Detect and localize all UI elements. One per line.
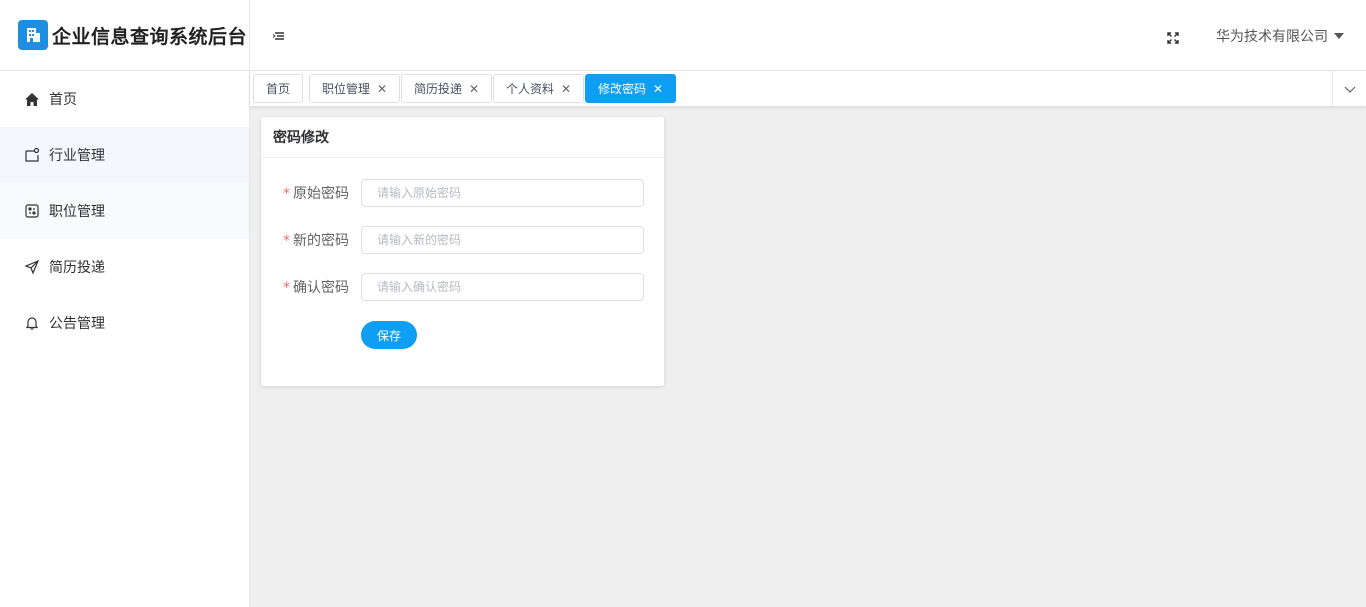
app-title: 企业信息查询系统后台 bbox=[52, 25, 248, 48]
tab-position[interactable]: 职位管理 ✕ bbox=[309, 74, 401, 103]
tabs-bar: 首页 职位管理 ✕ 简历投递 ✕ 个人资料 ✕ 修改密码 ✕ bbox=[250, 71, 1366, 106]
sidebar-item-label: 公告管理 bbox=[49, 316, 105, 332]
user-name: 华为技术有限公司 bbox=[1216, 29, 1328, 45]
home-icon bbox=[24, 91, 40, 107]
original-password-input[interactable] bbox=[361, 179, 644, 207]
required-mark: * bbox=[283, 186, 290, 202]
tab-label: 简历投递 bbox=[414, 82, 463, 96]
sidebar-item-home[interactable]: 首页 bbox=[0, 71, 249, 127]
user-dropdown[interactable]: 华为技术有限公司 bbox=[1216, 26, 1344, 46]
new-password-input[interactable] bbox=[361, 226, 644, 254]
tab-home[interactable]: 首页 bbox=[253, 74, 304, 103]
field-label: * 原始密码 bbox=[283, 186, 349, 202]
sidebar-item-position[interactable]: 职位管理 bbox=[0, 183, 249, 239]
required-mark: * bbox=[283, 233, 290, 249]
building-icon bbox=[18, 20, 48, 50]
bell-icon bbox=[24, 315, 40, 331]
top-header: 华为技术有限公司 bbox=[250, 0, 1366, 71]
close-icon[interactable]: ✕ bbox=[653, 82, 663, 96]
tab-change-password[interactable]: 修改密码 ✕ bbox=[585, 74, 677, 103]
password-card: 密码修改 * 原始密码 * 新的密码 * 确认密码 保存 bbox=[261, 117, 664, 386]
form-row-new-password: * 新的密码 bbox=[261, 226, 664, 254]
close-icon[interactable]: ✕ bbox=[377, 82, 387, 96]
tab-label: 修改密码 bbox=[598, 82, 647, 96]
sidebar-item-label: 简历投递 bbox=[49, 260, 105, 276]
form-row-confirm-password: * 确认密码 bbox=[261, 273, 664, 301]
sidebar-item-label: 职位管理 bbox=[49, 204, 105, 220]
sidebar-item-label: 行业管理 bbox=[49, 148, 105, 164]
field-label: * 确认密码 bbox=[283, 280, 349, 296]
form-row-original-password: * 原始密码 bbox=[261, 179, 664, 207]
sidebar-item-resume[interactable]: 简历投递 bbox=[0, 239, 249, 295]
menu-collapse-icon[interactable] bbox=[272, 28, 286, 42]
tab-label: 首页 bbox=[266, 82, 291, 96]
save-button[interactable]: 保存 bbox=[361, 321, 417, 349]
sidebar-item-notice[interactable]: 公告管理 bbox=[0, 295, 249, 351]
card-title: 密码修改 bbox=[261, 117, 664, 158]
fullscreen-icon[interactable] bbox=[1167, 29, 1181, 44]
confirm-password-input[interactable] bbox=[361, 273, 644, 301]
industry-icon bbox=[24, 147, 40, 163]
close-icon[interactable]: ✕ bbox=[561, 82, 571, 96]
close-icon[interactable]: ✕ bbox=[469, 82, 479, 96]
tab-label: 职位管理 bbox=[322, 82, 371, 96]
send-icon bbox=[24, 259, 40, 275]
logo-area: 企业信息查询系统后台 bbox=[0, 0, 249, 71]
sidebar-item-label: 首页 bbox=[49, 92, 77, 108]
field-label: * 新的密码 bbox=[283, 233, 349, 249]
tabs-dropdown-button[interactable] bbox=[1332, 71, 1366, 106]
chevron-down-icon bbox=[1344, 79, 1356, 98]
caret-down-icon bbox=[1334, 33, 1344, 39]
sidebar-item-industry[interactable]: 行业管理 bbox=[0, 127, 249, 183]
tab-profile[interactable]: 个人资料 ✕ bbox=[493, 74, 585, 103]
tab-resume[interactable]: 简历投递 ✕ bbox=[401, 74, 493, 103]
required-mark: * bbox=[283, 280, 290, 296]
position-icon bbox=[24, 203, 40, 219]
sidebar: 企业信息查询系统后台 首页 行业管理 职位管理 简历投递 公告管理 bbox=[0, 0, 250, 607]
tab-label: 个人资料 bbox=[506, 82, 555, 96]
